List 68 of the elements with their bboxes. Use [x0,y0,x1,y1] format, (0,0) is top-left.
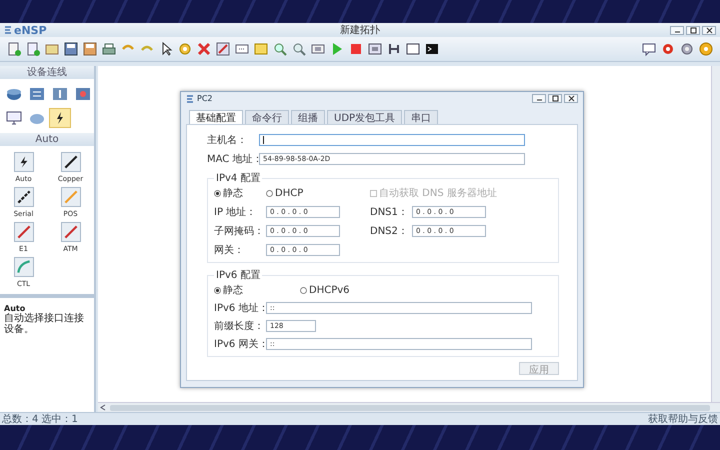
close-button[interactable] [702,26,716,34]
delete-link-icon[interactable] [215,41,231,57]
status-text: 总数：4 选中：1 [2,412,78,426]
info-title: Auto [4,304,26,313]
help-link[interactable]: 获取帮助与反馈 [648,412,718,426]
field-label: 主机名： [207,134,248,147]
close-icon [706,26,712,34]
stop-icon[interactable] [348,41,364,57]
print-icon[interactable] [101,41,117,57]
radio-button[interactable]: DHCPv6 [300,283,352,297]
field-label: DNS2： [370,225,409,238]
close-button[interactable] [564,94,578,103]
tab[interactable]: UDP发包工具 [327,110,402,124]
save-as-icon[interactable] [82,41,98,57]
maximize-button[interactable] [686,26,700,34]
device-category[interactable] [49,108,71,128]
scrollbar[interactable] [98,402,720,412]
zoom-in-icon[interactable] [272,41,288,57]
terminal-icon[interactable] [424,41,440,57]
window-icon[interactable] [405,41,421,57]
firewall-icon [75,86,91,102]
tab[interactable]: 基础配置 [189,110,243,124]
info-description: 自动选择接口连接设备。 [4,313,85,335]
group-title: IPv4 配置 [215,172,262,185]
field-label: IP 地址： [214,206,258,219]
switch-icon [29,86,45,102]
panel-header: 设备连线 [0,66,94,79]
group-title: IPv6 配置 [215,268,262,282]
monitor-icon [6,110,22,126]
minimize-button[interactable] [670,26,684,34]
cable-icon[interactable] [14,152,34,172]
field-label: IPv6 网关： [214,338,266,351]
app-logo: eNSP [4,24,64,36]
new-document-icon[interactable] [25,41,41,57]
minimize-button[interactable] [532,94,546,103]
delete-icon[interactable] [196,41,212,57]
cable-icon[interactable] [14,187,34,207]
radio-button[interactable]: 静态 [214,186,266,200]
new-document-icon[interactable] [6,41,22,57]
save-icon[interactable] [63,41,79,57]
radio-button[interactable]: DHCP [266,188,340,198]
field-label: IPv6 地址： [214,302,266,315]
tab[interactable]: 命令行 [245,110,289,124]
maximize-icon [552,95,558,102]
field-label: 网关： [214,244,245,257]
field-label: DNS1： [370,206,409,219]
window-title: 新建拓扑 [339,24,381,37]
note-icon[interactable] [253,41,269,57]
field-label: MAC 地址： [207,152,259,166]
close-icon [568,95,574,102]
input-field[interactable] [259,134,525,146]
panel-header: Auto [0,133,94,146]
capture-icon[interactable] [367,41,383,57]
radio-button[interactable]: 静态 [214,283,266,297]
field-label: 子网掩码： [214,225,265,238]
field-label: 前缀长度： [214,320,265,333]
dialog-title: PC2 [197,94,212,103]
maximize-icon [690,26,696,34]
maximize-button[interactable] [548,94,562,103]
scrollbar[interactable] [711,66,720,402]
zoom-out-icon[interactable] [291,41,307,57]
cable-icon[interactable] [60,152,80,172]
chat-icon[interactable] [641,41,657,57]
app-icon [186,94,194,102]
router-icon [6,86,22,102]
tab[interactable]: 组播 [291,110,325,124]
tab[interactable]: 串口 [404,110,438,124]
access-point-icon [52,86,68,102]
